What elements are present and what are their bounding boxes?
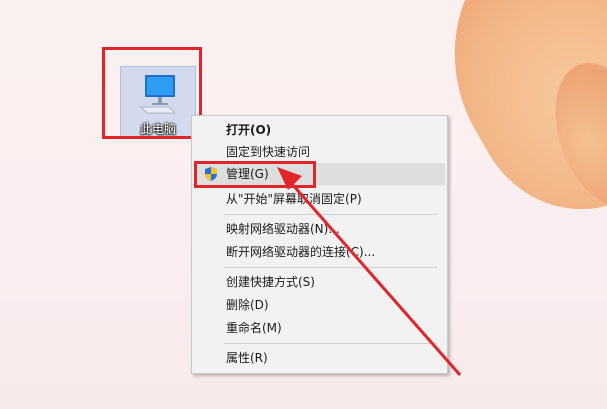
menu-item-rename[interactable]: 重命名(M): [194, 317, 445, 339]
menu-item-map-network-drive[interactable]: 映射网络驱动器(N)...: [194, 218, 445, 240]
menu-item-label: 打开(O): [226, 123, 272, 137]
menu-item-label: 从"开始"屏幕取消固定(P): [226, 192, 362, 206]
annotation-box-desktop-icon: [102, 47, 202, 139]
menu-item-label: 重命名(M): [226, 321, 282, 335]
menu-item-pin-quick-access[interactable]: 固定到快速访问: [194, 141, 445, 163]
menu-item-disconnect-network-drive[interactable]: 断开网络驱动器的连接(C)...: [194, 241, 445, 263]
menu-item-properties[interactable]: 属性(R): [194, 347, 445, 369]
menu-separator: [224, 267, 437, 268]
menu-item-label: 创建快捷方式(S): [226, 275, 315, 289]
menu-item-label: 断开网络驱动器的连接(C)...: [226, 245, 376, 259]
menu-item-label: 属性(R): [226, 351, 268, 365]
menu-item-label: 固定到快速访问: [226, 145, 311, 159]
menu-item-open[interactable]: 打开(O): [194, 119, 445, 141]
menu-item-create-shortcut[interactable]: 创建快捷方式(S): [194, 271, 445, 293]
context-menu: 打开(O) 固定到快速访问 管理(G) 从"开始"屏幕取消固定(P) 映射网络驱…: [191, 115, 448, 374]
menu-separator: [224, 214, 437, 215]
menu-item-delete[interactable]: 删除(D): [194, 294, 445, 316]
menu-item-label: 映射网络驱动器(N)...: [226, 222, 340, 236]
menu-item-label: 删除(D): [226, 298, 269, 312]
menu-separator: [224, 343, 437, 344]
menu-item-unpin-start[interactable]: 从"开始"屏幕取消固定(P): [194, 188, 445, 210]
annotation-box-manage: [194, 161, 316, 188]
